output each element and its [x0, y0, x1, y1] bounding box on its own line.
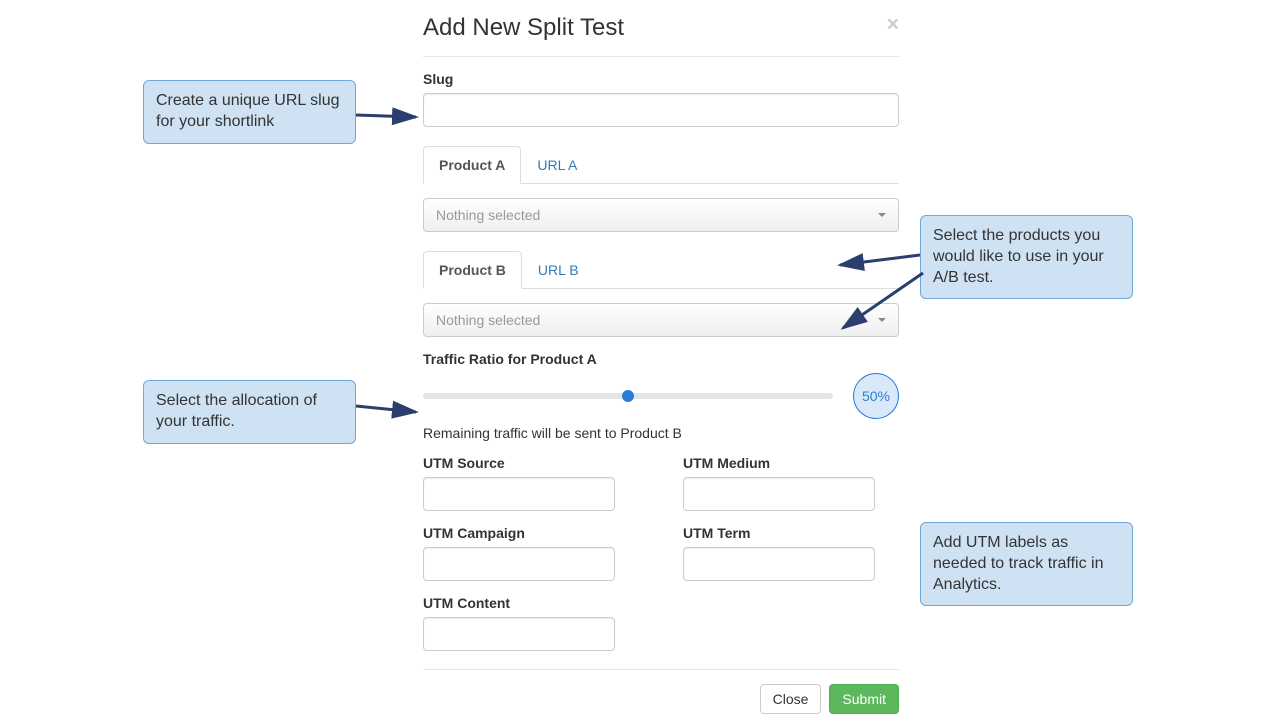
divider: [423, 669, 899, 670]
callout-products: Select the products you would like to us…: [920, 215, 1133, 299]
product-b-tabs: Product B URL B: [423, 250, 899, 289]
product-a-select-text: Nothing selected: [436, 207, 540, 223]
utm-medium-input[interactable]: [683, 477, 875, 511]
utm-campaign-label: UTM Campaign: [423, 525, 615, 541]
traffic-ratio-label: Traffic Ratio for Product A: [423, 351, 899, 367]
close-icon[interactable]: ×: [887, 14, 899, 35]
slider-thumb-icon[interactable]: [622, 390, 634, 402]
product-b-select-text: Nothing selected: [436, 312, 540, 328]
add-split-test-modal: Add New Split Test × Slug Product A URL …: [423, 10, 899, 714]
chevron-down-icon: [878, 213, 886, 217]
traffic-percent-badge: 50%: [853, 373, 899, 419]
utm-term-input[interactable]: [683, 547, 875, 581]
utm-campaign-input[interactable]: [423, 547, 615, 581]
submit-button[interactable]: Submit: [829, 684, 899, 714]
utm-grid: UTM Source UTM Campaign UTM Content UTM …: [423, 441, 899, 651]
product-a-tabs: Product A URL A: [423, 145, 899, 184]
slug-input[interactable]: [423, 93, 899, 127]
utm-source-label: UTM Source: [423, 455, 615, 471]
callout-traffic: Select the allocation of your traffic.: [143, 380, 356, 444]
tab-product-b[interactable]: Product B: [423, 251, 522, 289]
tab-url-a[interactable]: URL A: [521, 146, 593, 184]
modal-buttons: Close Submit: [423, 684, 899, 714]
traffic-slider-row: 50%: [423, 373, 899, 419]
utm-source-input[interactable]: [423, 477, 615, 511]
utm-term-label: UTM Term: [683, 525, 875, 541]
arrow-icon: [356, 105, 426, 125]
utm-content-input[interactable]: [423, 617, 615, 651]
product-a-select[interactable]: Nothing selected: [423, 198, 899, 232]
tab-url-b[interactable]: URL B: [522, 251, 595, 289]
arrow-icon: [356, 400, 426, 420]
modal-title: Add New Split Test: [423, 14, 624, 42]
callout-slug: Create a unique URL slug for your shortl…: [143, 80, 356, 144]
slug-label: Slug: [423, 71, 899, 87]
divider: [423, 56, 899, 57]
chevron-down-icon: [878, 318, 886, 322]
close-button[interactable]: Close: [760, 684, 822, 714]
product-b-select[interactable]: Nothing selected: [423, 303, 899, 337]
slider-fill: [423, 393, 628, 399]
callout-utm: Add UTM labels as needed to track traffi…: [920, 522, 1133, 606]
traffic-note: Remaining traffic will be sent to Produc…: [423, 425, 899, 441]
utm-medium-label: UTM Medium: [683, 455, 875, 471]
modal-header: Add New Split Test ×: [423, 10, 899, 56]
tab-product-a[interactable]: Product A: [423, 146, 521, 184]
utm-content-label: UTM Content: [423, 595, 615, 611]
traffic-slider[interactable]: [423, 393, 833, 399]
